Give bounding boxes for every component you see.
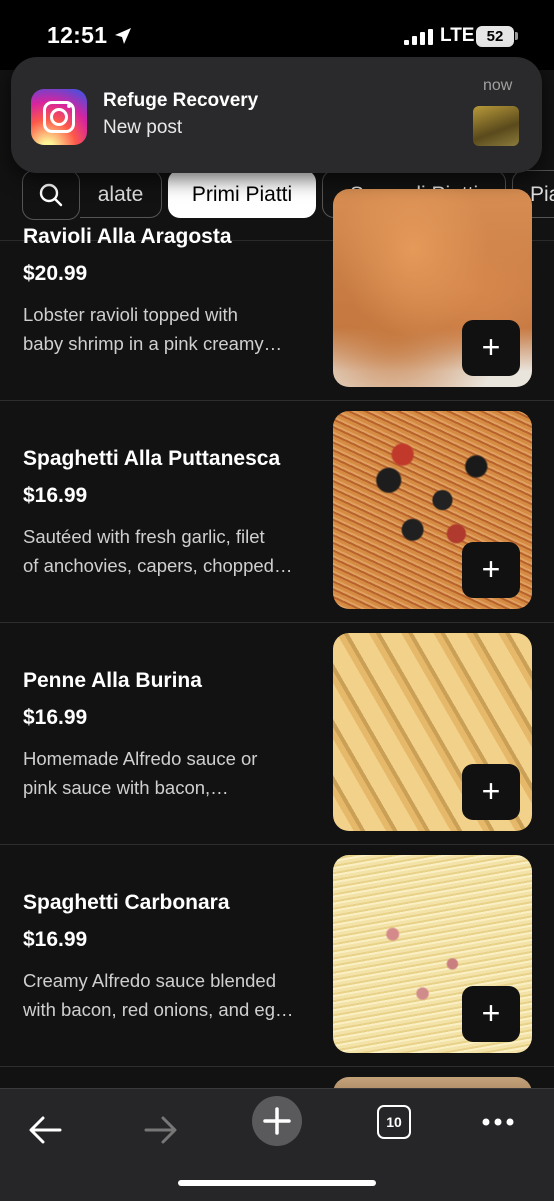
notification-banner[interactable]: Refuge Recovery New post now: [11, 57, 542, 173]
item-description: Lobster ravioli topped with baby shrimp i…: [23, 304, 283, 354]
arrow-right-icon[interactable]: [136, 1105, 186, 1155]
menu-item[interactable]: Ravioli Alla Aragosta $20.99 Lobster rav…: [0, 179, 554, 401]
item-price: $20.99: [23, 262, 88, 285]
signal-icon: [404, 29, 433, 45]
item-description: Creamy Alfredo sauce blended with bacon, …: [23, 970, 294, 1020]
location-arrow-icon: [115, 28, 131, 44]
add-button[interactable]: +: [462, 320, 520, 376]
item-name: Spaghetti Alla Puttanesca: [23, 447, 281, 470]
battery-nub: [515, 32, 518, 40]
add-button[interactable]: +: [462, 542, 520, 598]
menu-item[interactable]: Penne Alla Burina $16.99 Homemade Alfred…: [0, 623, 554, 845]
menu-item[interactable]: Spaghetti Carbonara $16.99 Creamy Alfred…: [0, 845, 554, 1067]
home-indicator: [178, 1180, 376, 1186]
notification-body: New post: [103, 117, 183, 138]
item-price: $16.99: [23, 706, 88, 729]
notification-thumbnail: [473, 106, 519, 146]
menu-item[interactable]: Spaghetti Alla Puttanesca $16.99 Sautéed…: [0, 401, 554, 623]
tab-count-button[interactable]: 10: [377, 1105, 411, 1139]
add-button[interactable]: +: [462, 986, 520, 1042]
more-icon[interactable]: [476, 1105, 526, 1155]
item-name: Penne Alla Burina: [23, 669, 202, 692]
notification-time: now: [483, 77, 513, 94]
status-time: 12:51: [47, 22, 108, 48]
item-name: Spaghetti Carbonara: [23, 891, 230, 914]
new-tab-button[interactable]: [252, 1096, 302, 1146]
item-description: Sautéed with fresh garlic, filet of ancho…: [23, 526, 293, 576]
item-name: Ravioli Alla Aragosta: [23, 225, 232, 248]
item-price: $16.99: [23, 928, 88, 951]
instagram-icon: [31, 89, 87, 145]
item-description: Homemade Alfredo sauce or pink sauce with…: [23, 748, 258, 798]
item-price: $16.99: [23, 484, 88, 507]
add-button[interactable]: +: [462, 764, 520, 820]
notification-title: Refuge Recovery: [103, 90, 259, 111]
network-type: LTE: [440, 25, 475, 46]
plus-icon: [263, 1107, 291, 1135]
battery-icon: 52: [476, 26, 514, 47]
arrow-left-icon[interactable]: [20, 1105, 70, 1155]
